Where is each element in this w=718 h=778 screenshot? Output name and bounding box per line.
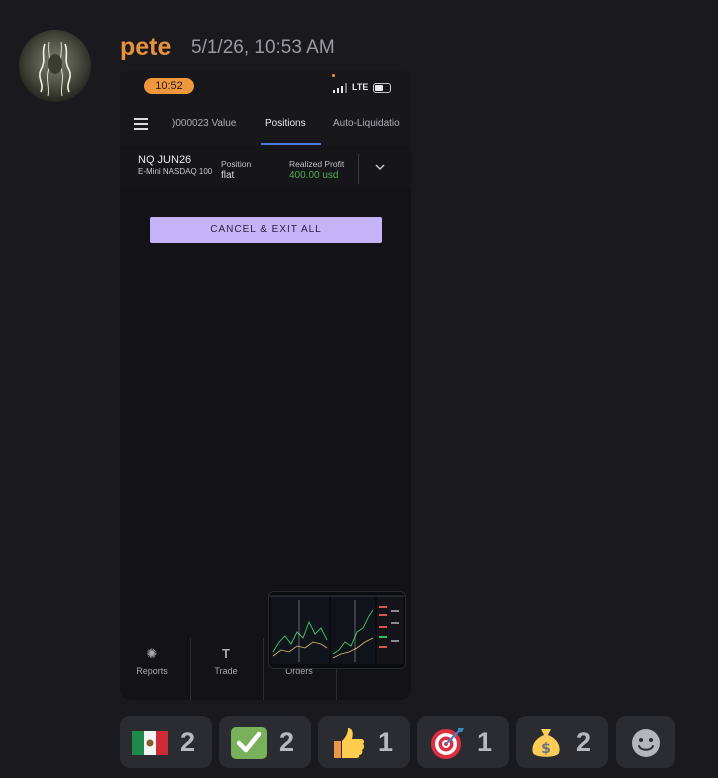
reaction-count: 2 [576, 727, 592, 757]
tab-auto-liquidation[interactable]: Auto-Liquidatio [333, 118, 400, 129]
add-reaction-button[interactable] [616, 716, 675, 768]
cancel-exit-all-button[interactable]: CANCEL & EXIT ALL [150, 217, 382, 243]
add-reaction-smiley-icon [632, 729, 660, 757]
row-divider [358, 154, 359, 184]
status-time: 10:52 [144, 78, 194, 94]
reaction-check-mark[interactable]: 2 [219, 716, 311, 768]
hamburger-menu-icon[interactable] [134, 118, 148, 130]
direct-hit-target-icon [431, 728, 464, 759]
realized-profit-value: 400.00 usd [289, 170, 339, 181]
message-timestamp: 5/1/26, 10:53 AM [191, 37, 335, 58]
phone-status-bar: 10:52 LTE [120, 70, 411, 104]
money-bag-icon: $ [532, 729, 560, 757]
nav-trade[interactable]: T Trade [191, 646, 261, 676]
avatar[interactable] [19, 30, 91, 102]
position-row[interactable]: NQ JUN26 E-Mini NASDAQ 100 Position flat… [120, 146, 411, 188]
tab-positions[interactable]: Positions [265, 118, 306, 129]
reaction-thumbs-up[interactable]: 1 [318, 716, 410, 768]
active-tab-indicator [261, 143, 321, 145]
reaction-count: 1 [378, 727, 394, 757]
svg-text:$: $ [541, 741, 551, 757]
chart-pip-thumbnail[interactable] [268, 591, 406, 669]
tab-account-value[interactable]: )000023 Value [172, 118, 236, 129]
nav-reports-label: Reports [136, 666, 168, 676]
position-symbol: NQ JUN26 [138, 154, 192, 166]
attached-screenshot[interactable]: 10:52 LTE )000023 Value Positions Auto-L… [120, 70, 411, 700]
reaction-direct-hit[interactable]: 1 [417, 716, 509, 768]
reaction-mexico-flag[interactable]: 2 [120, 716, 212, 768]
reaction-count: 1 [477, 727, 493, 757]
signal-icon [333, 83, 349, 93]
reaction-count: 2 [279, 727, 295, 757]
check-mark-icon [231, 727, 267, 759]
position-label: Position [221, 159, 252, 169]
trade-icon: T [222, 646, 230, 661]
reports-icon: ✺ [146, 646, 158, 661]
reaction-money-bag[interactable]: $ 2 [516, 716, 608, 768]
reaction-count: 2 [180, 727, 196, 757]
position-value: flat [221, 170, 235, 181]
mexico-flag-icon [132, 731, 168, 755]
username[interactable]: pete [120, 32, 171, 62]
chevron-down-icon[interactable] [375, 163, 385, 171]
realized-profit-label: Realized Profit [289, 159, 345, 169]
position-description: E-Mini NASDAQ 100 [138, 167, 213, 176]
thumbs-up-icon [334, 728, 365, 758]
nav-reports[interactable]: ✺ Reports [120, 646, 187, 676]
nav-trade-label: Trade [214, 666, 238, 676]
network-type: LTE [352, 82, 369, 92]
tab-bar: )000023 Value Positions Auto-Liquidatio [120, 104, 411, 146]
battery-icon [373, 83, 391, 93]
privacy-indicator-icon [332, 74, 335, 77]
